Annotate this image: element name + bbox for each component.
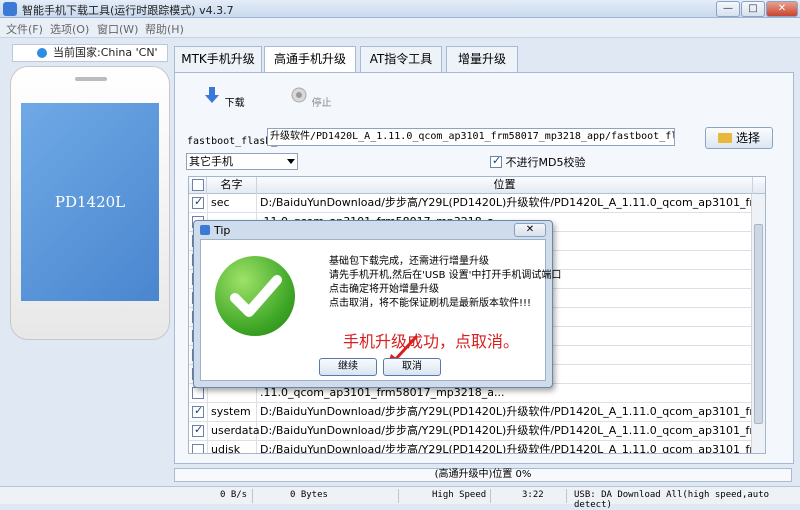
- header-location[interactable]: 位置: [257, 177, 753, 194]
- row-name: userdata: [207, 422, 260, 441]
- flash-file-path-input[interactable]: 升级软件/PD1420L_A_1.11.0_qcom_ap3101_frm580…: [267, 128, 675, 146]
- status-bytes: 0 Bytes: [290, 490, 328, 500]
- download-arrow-icon: [205, 87, 220, 103]
- status-time: 3:22: [522, 490, 544, 500]
- annotation-note: 手机升级成功，点取消。: [343, 332, 520, 351]
- row-name: sec: [207, 194, 257, 213]
- row-location: D:/BaiduYunDownload/步步高/Y29L(PD1420L)升级软…: [260, 405, 751, 418]
- scrollbar-thumb[interactable]: [754, 224, 763, 424]
- status-bar: 0 B/s 0 Bytes High Speed 3:22 USB: DA Do…: [0, 486, 800, 510]
- phone-screen: PD1420L: [21, 103, 159, 301]
- tab-qualcomm[interactable]: 高通手机升级: [264, 46, 356, 73]
- dialog-body: 基础包下载完成，还需进行增量升级 请先手机开机,然后在'USB 设置'中打开手机…: [200, 239, 561, 381]
- progress-bar: (高通升级中)位置 0%: [174, 468, 792, 482]
- status-divider: [398, 489, 399, 503]
- country-indicator: 当前国家:China 'CN': [12, 44, 168, 62]
- status-mode: High Speed: [432, 490, 487, 500]
- table-row[interactable]: secD:/BaiduYunDownload/步步高/Y29L(PD1420L)…: [189, 194, 751, 213]
- status-usb: USB: DA Download All(high speed,auto det…: [574, 490, 770, 510]
- download-button[interactable]: 下载: [202, 86, 246, 109]
- menu-help[interactable]: 帮助(H): [145, 21, 184, 37]
- row-name: system: [207, 403, 257, 422]
- download-label: 下载: [224, 98, 245, 109]
- dialog-line-2: 请先手机开机,然后在'USB 设置'中打开手机调试端口: [329, 270, 562, 281]
- title-bar: 智能手机下载工具(运行时跟踪模式) v4.3.7 — □ ✕: [0, 0, 800, 18]
- tab-at-commands[interactable]: AT指令工具: [360, 46, 442, 72]
- dialog-app-icon: [200, 225, 210, 235]
- minimize-button[interactable]: —: [716, 1, 740, 17]
- cancel-button[interactable]: 取消: [383, 358, 441, 376]
- phone-type-select[interactable]: 其它手机: [186, 153, 298, 170]
- md5-option: 不进行MD5校验: [490, 154, 585, 170]
- status-divider: [490, 489, 491, 503]
- tab-mtk[interactable]: MTK手机升级: [174, 46, 262, 72]
- table-scrollbar[interactable]: [751, 194, 765, 453]
- md5-label: 不进行MD5校验: [505, 156, 586, 169]
- status-speed: 0 B/s: [220, 490, 248, 500]
- choose-label: 选择: [735, 131, 760, 145]
- success-check-icon: [215, 256, 295, 336]
- folder-icon: [717, 133, 732, 143]
- table-row[interactable]: udisk D:/BaiduYunDownload/步步高/Y29L(PD1420…: [189, 441, 751, 454]
- country-label: 当前国家:China 'CN': [53, 46, 158, 59]
- chevron-down-icon: [287, 159, 295, 164]
- stop-label: 停止: [311, 98, 332, 109]
- row-location: D:/BaiduYunDownload/步步高/Y29L(PD1420L)升级软…: [260, 196, 751, 209]
- menu-window[interactable]: 窗口(W): [97, 21, 138, 37]
- stop-button[interactable]: 停止: [289, 86, 333, 109]
- close-button[interactable]: ✕: [766, 1, 798, 17]
- row-location: D:/BaiduYunDownload/步步高/Y29L(PD1420L)升级软…: [260, 424, 751, 437]
- tab-bar: MTK手机升级 高通手机升级 AT指令工具 增量升级: [174, 46, 800, 73]
- tip-dialog: Tip ✕ 基础包下载完成，还需进行增量升级 请先手机开机,然后在'USB 设置…: [193, 220, 561, 388]
- phone-type-value: 其它手机: [189, 155, 233, 168]
- row-checkbox[interactable]: [192, 444, 204, 453]
- stop-icon: [291, 87, 307, 103]
- tab-incremental[interactable]: 增量升级: [446, 46, 518, 72]
- window-title: 智能手机下载工具(运行时跟踪模式) v4.3.7: [22, 4, 234, 17]
- choose-button[interactable]: 选择: [705, 127, 773, 149]
- select-all-checkbox[interactable]: [191, 179, 204, 191]
- dialog-line-3: 点击确定将开始增量升级: [329, 284, 439, 295]
- table-row[interactable]: systemD:/BaiduYunDownload/步步高/Y29L(PD142…: [189, 403, 751, 422]
- header-select-all[interactable]: [189, 177, 207, 194]
- dialog-close-button[interactable]: ✕: [514, 223, 546, 237]
- globe-icon: [37, 48, 47, 58]
- checkmark-icon: [230, 275, 282, 317]
- menu-options[interactable]: 选项(O): [50, 21, 89, 37]
- phone-image: PD1420L: [10, 66, 170, 340]
- header-name[interactable]: 名字: [207, 177, 257, 194]
- status-divider: [566, 489, 567, 503]
- table-header: 名字 位置: [189, 177, 765, 194]
- phone-model-label: PD1420L: [54, 193, 126, 211]
- row-location: D:/BaiduYunDownload/步步高/Y29L(PD1420L)升级软…: [260, 443, 751, 454]
- status-divider: [252, 489, 253, 503]
- row-checkbox[interactable]: [192, 423, 204, 437]
- continue-button[interactable]: 继续: [319, 358, 377, 376]
- progress-text: (高通升级中)位置 0%: [434, 469, 532, 480]
- table-row[interactable]: userdataD:/BaiduYunDownload/步步高/Y29L(PD1…: [189, 422, 751, 441]
- dialog-title: Tip: [214, 224, 231, 237]
- phone-speaker: [75, 77, 107, 81]
- menu-file[interactable]: 文件(F): [6, 21, 43, 37]
- menu-bar: 文件(F) 选项(O) 窗口(W) 帮助(H): [0, 18, 800, 38]
- md5-checkbox[interactable]: [490, 154, 502, 168]
- dialog-line-1: 基础包下载完成，还需进行增量升级: [329, 256, 489, 267]
- row-name: udisk: [207, 441, 257, 453]
- app-icon: [3, 2, 17, 16]
- dialog-line-4: 点击取消，将不能保证刷机是最新版本软件!!!: [329, 298, 532, 309]
- row-checkbox[interactable]: [192, 195, 204, 209]
- row-checkbox[interactable]: [192, 387, 204, 399]
- maximize-button[interactable]: □: [741, 1, 765, 17]
- row-checkbox[interactable]: [192, 404, 204, 418]
